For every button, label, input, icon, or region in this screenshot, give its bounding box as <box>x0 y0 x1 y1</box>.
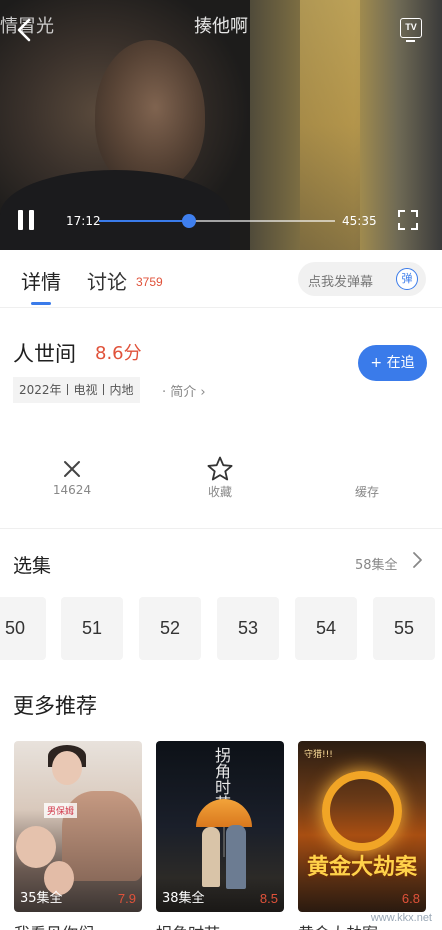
tab-detail[interactable]: 详情 <box>21 266 61 295</box>
fullscreen-icon-corner <box>411 223 418 230</box>
poster-art <box>202 827 220 887</box>
video-player[interactable]: 情冒光 揍他啊 TV 17:12 45:35 <box>0 0 442 250</box>
recommend-title[interactable]: 黄金大劫案 <box>298 920 378 930</box>
poster-rating: 6.8 <box>401 891 420 906</box>
progress-handle[interactable] <box>181 214 196 228</box>
pause-icon-bar <box>18 210 23 230</box>
poster-art <box>322 771 402 851</box>
poster-rating: 8.5 <box>259 891 278 906</box>
tv-icon: TV <box>405 22 417 32</box>
episodes-total-link[interactable]: 58集全 <box>355 554 398 573</box>
favorite-label: 收藏 <box>207 485 232 499</box>
recommend-title[interactable]: 我看见你们 <box>14 920 94 930</box>
danmaku-input[interactable]: 点我发弹幕 弹 <box>298 262 426 296</box>
danmaku-placeholder: 点我发弹幕 <box>308 275 374 290</box>
fullscreen-icon-corner <box>398 223 405 230</box>
episode-item[interactable]: 55 <box>373 597 435 660</box>
tab-bar: 详情 讨论 3759 点我发弹幕 弹 <box>0 250 442 308</box>
episodes-heading: 选集 <box>13 555 52 577</box>
episode-item[interactable]: 52 <box>139 597 201 660</box>
video-title: 揍他啊 <box>194 16 248 37</box>
danmaku-toggle-icon[interactable]: 弹 <box>396 268 418 290</box>
download-icon <box>322 455 412 483</box>
progress-bar[interactable] <box>99 214 335 228</box>
episode-item[interactable]: 54 <box>295 597 357 660</box>
show-meta-tag: 2022年丨电视丨内地 <box>13 377 140 403</box>
fullscreen-icon-corner <box>398 210 405 217</box>
divider <box>0 528 442 529</box>
episode-item[interactable]: 50 <box>0 597 46 660</box>
poster-episode-count: 38集全 <box>162 891 205 906</box>
show-score: 8.6分 <box>95 343 142 364</box>
favorite-button[interactable]: 收藏 <box>175 455 265 500</box>
recommend-card[interactable]: 守猎!!! 黄金大劫案 6.8 <box>298 741 426 912</box>
poster-art <box>16 826 56 868</box>
progress-fill <box>99 220 189 222</box>
poster-title-art: 男保姆 <box>44 803 78 818</box>
show-title: 人世间 <box>13 342 76 366</box>
video-frame-face <box>95 40 205 190</box>
episode-item[interactable]: 53 <box>217 597 279 660</box>
poster-art <box>223 827 225 857</box>
star-icon <box>175 455 265 483</box>
active-tab-indicator <box>31 302 51 305</box>
close-action-count: 14624 <box>52 483 92 497</box>
player-controls: 17:12 45:35 <box>0 206 442 236</box>
follow-button[interactable]: + 在追 <box>358 345 427 381</box>
episode-item[interactable]: 51 <box>61 597 123 660</box>
poster-art <box>196 799 252 827</box>
pause-button[interactable] <box>17 210 35 230</box>
poster-tagline: 守猎!!! <box>304 750 333 760</box>
total-time: 45:35 <box>342 214 377 228</box>
cast-tv-button[interactable]: TV <box>400 18 422 42</box>
poster-rating: 7.9 <box>117 891 136 906</box>
watermark: www.kkx.net <box>370 912 432 924</box>
recommend-card[interactable]: 拐角时节 38集全 8.5 <box>156 741 284 912</box>
tab-discuss[interactable]: 讨论 <box>87 266 127 295</box>
recommend-heading: 更多推荐 <box>13 694 97 718</box>
poster-title-art: 黄金大劫案 <box>306 855 417 880</box>
fullscreen-button[interactable] <box>398 210 418 230</box>
cache-label: 缓存 <box>354 485 379 499</box>
intro-link[interactable]: · 简介 › <box>162 381 206 400</box>
pause-icon-bar <box>29 210 34 230</box>
fullscreen-icon-corner <box>411 210 418 217</box>
recommend-card[interactable]: 男保姆 35集全 7.9 <box>14 741 142 912</box>
current-time: 17:12 <box>66 214 101 228</box>
recommend-title[interactable]: 拐角时节 <box>156 920 220 930</box>
chevron-right-icon[interactable] <box>411 551 423 574</box>
poster-art <box>52 751 82 785</box>
close-action[interactable]: 14624 <box>27 455 117 497</box>
discuss-count: 3759 <box>136 275 163 289</box>
poster-art <box>226 825 246 889</box>
cache-button[interactable]: 缓存 <box>322 455 412 500</box>
close-icon <box>27 455 117 483</box>
poster-episode-count: 35集全 <box>20 891 63 906</box>
